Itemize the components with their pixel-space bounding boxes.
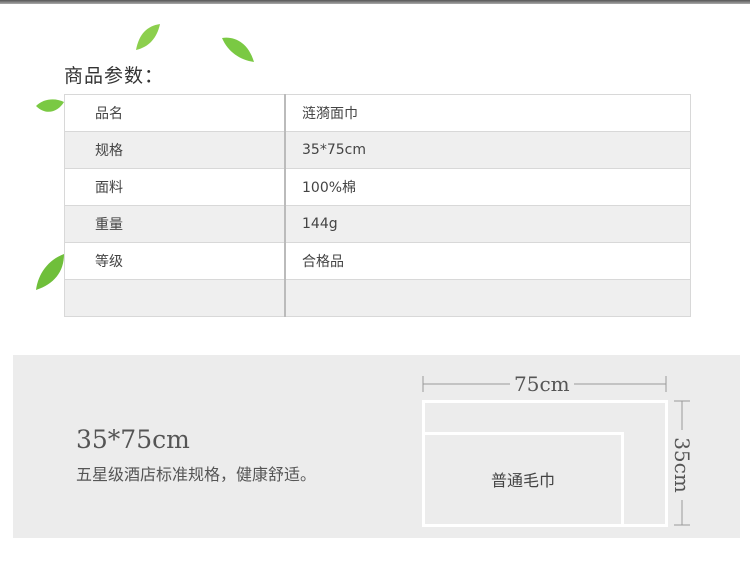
width-label: 75cm: [510, 372, 574, 396]
normal-towel-label: 普通毛巾: [490, 471, 555, 490]
height-label: 35cm: [669, 430, 695, 500]
